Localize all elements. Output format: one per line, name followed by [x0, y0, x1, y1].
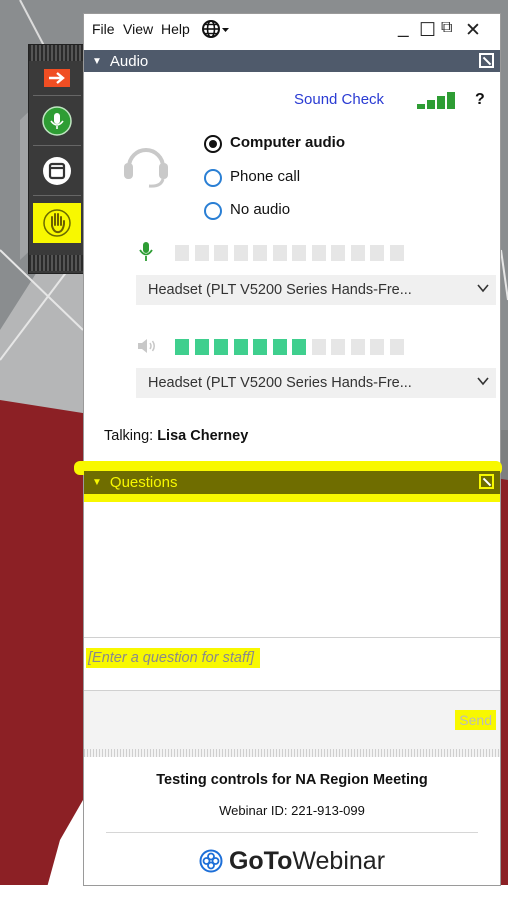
sound-check-link[interactable]: Sound Check	[294, 91, 384, 108]
arrow-right-icon	[44, 69, 70, 87]
meter-segment	[370, 245, 384, 261]
question-input[interactable]: [Enter a question for staff]	[84, 637, 500, 691]
raise-hand-button[interactable]	[33, 203, 81, 243]
meter-segment	[233, 339, 248, 355]
microphone-button[interactable]	[35, 101, 79, 141]
meter-segment	[331, 339, 345, 355]
microphone-device-value: Headset (PLT V5200 Series Hands-Fre...	[148, 282, 412, 298]
toolbar-grip-bottom[interactable]	[29, 255, 84, 271]
meter-segment	[253, 245, 267, 261]
webinar-title: Testing controls for NA Region Meeting	[156, 772, 428, 788]
meter-segment	[194, 245, 209, 261]
meter-segment	[331, 245, 345, 261]
meter-segment	[350, 339, 365, 355]
menu-help[interactable]: Help	[161, 21, 190, 37]
meter-segment	[253, 339, 267, 355]
audio-help-button[interactable]: ?	[475, 91, 485, 109]
webcam-button[interactable]	[35, 151, 79, 191]
radio-phone-call[interactable]	[204, 169, 222, 187]
menu-bar: File View Help _ ☐ ⧉ ✕	[84, 14, 500, 44]
chevron-down-icon	[476, 374, 490, 391]
headset-icon	[124, 148, 168, 188]
gotowebinar-control-panel: File View Help _ ☐ ⧉ ✕ ▼ Audio Sound Che…	[74, 13, 502, 886]
raise-hand-icon	[43, 209, 71, 237]
option-no-audio[interactable]: No audio	[230, 201, 290, 218]
send-button[interactable]: Send	[455, 710, 496, 730]
meter-segment	[214, 339, 228, 355]
radio-no-audio[interactable]	[204, 202, 222, 220]
globe-icon	[202, 20, 229, 38]
menu-view[interactable]: View	[123, 21, 153, 37]
meter-segment	[292, 245, 306, 261]
audio-panel-title: Audio	[109, 52, 149, 70]
microphone-icon	[42, 106, 72, 136]
radio-computer-audio[interactable]	[204, 135, 222, 153]
meter-segment	[175, 339, 189, 355]
meter-segment	[350, 245, 365, 261]
audio-panel-header[interactable]: ▼ Audio	[84, 50, 500, 72]
meter-segment	[233, 245, 248, 261]
meter-segment	[389, 339, 404, 355]
menu-file[interactable]: File	[92, 21, 115, 37]
logo-webinar: Webinar	[292, 847, 386, 875]
resize-grip[interactable]	[84, 749, 500, 757]
collapse-triangle-icon: ▼	[92, 55, 102, 67]
talking-indicator: Talking: Lisa Cherney	[104, 428, 248, 444]
meter-segment	[272, 339, 287, 355]
meter-segment	[175, 245, 189, 261]
meter-segment	[311, 339, 326, 355]
question-placeholder: [Enter a question for staff]	[86, 648, 261, 668]
send-area: Send	[84, 691, 500, 749]
floating-toolbar	[28, 44, 85, 274]
speaker-device-select[interactable]: Headset (PLT V5200 Series Hands-Fre...	[136, 368, 496, 398]
meter-segment	[194, 339, 209, 355]
language-menu[interactable]	[201, 19, 231, 44]
restore-button[interactable]: ☐	[419, 19, 436, 42]
popout-panel-icon[interactable]	[479, 53, 494, 68]
questions-panel-header[interactable]: ▼ Questions	[84, 471, 500, 502]
questions-panel-title: Questions	[109, 474, 178, 491]
meter-segment	[370, 339, 384, 355]
meter-segment	[389, 245, 404, 261]
signal-strength-icon	[417, 92, 455, 109]
webinar-id: Webinar ID: 221-913-099	[219, 803, 365, 818]
option-computer-audio[interactable]: Computer audio	[230, 134, 345, 151]
logo-goto: GoTo	[228, 847, 293, 875]
collapse-triangle-icon: ▼	[92, 477, 102, 488]
speaker-device-value: Headset (PLT V5200 Series Hands-Fre...	[148, 375, 412, 391]
show-control-panel-button[interactable]	[35, 63, 79, 93]
meter-segment	[214, 245, 228, 261]
minimize-button[interactable]: _	[398, 17, 409, 39]
microphone-small-icon	[139, 242, 153, 261]
microphone-device-select[interactable]: Headset (PLT V5200 Series Hands-Fre...	[136, 275, 496, 305]
option-phone-call[interactable]: Phone call	[230, 168, 300, 185]
gotowebinar-flower-icon	[199, 849, 223, 873]
meter-segment	[292, 339, 306, 355]
screen-icon	[43, 157, 71, 185]
talking-name: Lisa Cherney	[157, 428, 249, 444]
talking-label: Talking:	[104, 428, 154, 444]
meter-segment	[272, 245, 287, 261]
meter-segment	[311, 245, 326, 261]
speaker-icon	[138, 339, 155, 353]
close-button[interactable]: ✕	[465, 19, 481, 42]
toolbar-grip-top[interactable]	[29, 45, 84, 61]
chevron-down-icon	[476, 281, 490, 298]
popout-panel-icon[interactable]	[479, 474, 494, 489]
questions-log	[84, 507, 500, 637]
gotowebinar-logo: GoToWebinar	[84, 847, 500, 876]
popout-button[interactable]: ⧉	[441, 19, 452, 37]
